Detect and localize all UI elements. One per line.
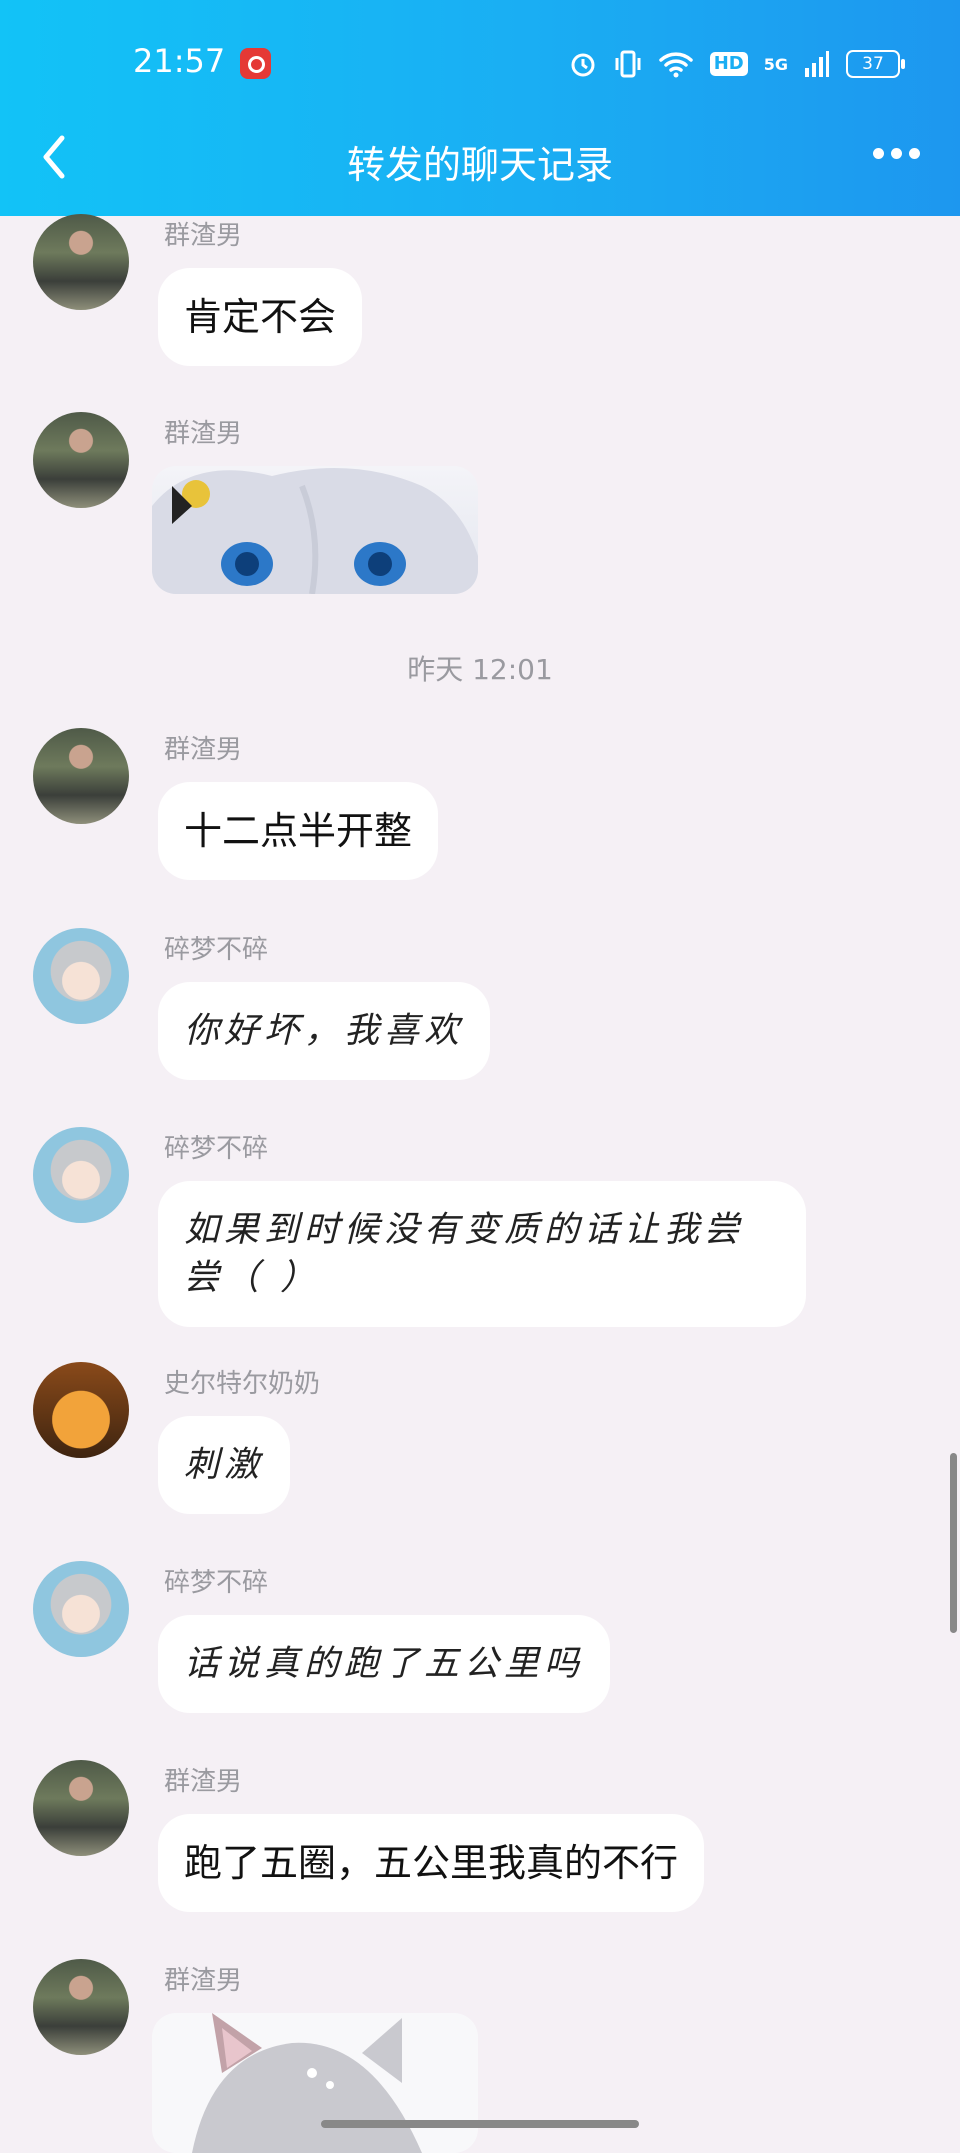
signal-icon [805,51,829,77]
avatar[interactable] [33,928,129,1024]
scrollbar[interactable] [950,1453,957,1633]
top-bar: 21:57 HD 5G 37 转发的聊天记录 [0,0,960,216]
vibrate-icon [615,50,641,78]
more-dots-icon[interactable] [873,148,920,159]
anime-girl-sticker[interactable] [152,466,478,594]
avatar[interactable] [33,1362,129,1458]
sender-name: 群渣男 [164,1966,243,1996]
alarm-icon [571,53,595,77]
sender-name: 群渣男 [164,735,243,765]
message-bubble[interactable]: 跑了五圈，五公里我真的不行 [158,1814,705,1912]
sender-name: 群渣男 [164,221,243,251]
cat-girl-sticker[interactable] [152,2013,478,2153]
status-icons: HD 5G 37 [568,46,905,82]
sender-name: 碎梦不碎 [164,1134,269,1164]
hd-badge: HD [709,52,748,76]
more-dot [909,148,920,159]
page-title: 转发的聊天记录 [346,143,613,187]
more-dot [891,148,902,159]
avatar[interactable] [33,412,129,508]
message-bubble[interactable]: 你好坏，我喜欢 [158,982,491,1080]
message-bubble[interactable]: 话说真的跑了五公里吗 [158,1615,611,1713]
sender-name: 碎梦不碎 [164,935,269,965]
message-bubble[interactable]: 十二点半开整 [158,782,439,880]
wifi-icon [658,52,693,78]
home-indicator[interactable] [321,2120,639,2128]
battery-indicator: 37 [846,50,905,78]
avatar[interactable] [33,214,129,310]
sender-name: 群渣男 [164,419,243,449]
avatar[interactable] [33,1959,129,2055]
more-dot [873,148,884,159]
timestamp: 昨天 12:01 [407,653,553,686]
status-time: 21:57 [133,42,226,80]
message-bubble[interactable]: 如果到时候没有变质的话让我尝尝（ ） [158,1181,806,1327]
avatar[interactable] [33,1760,129,1856]
message-bubble[interactable]: 肯定不会 [158,268,363,366]
network-type: 5G [763,54,788,74]
avatar[interactable] [33,1561,129,1657]
netease-music-icon [240,48,271,79]
message-bubble[interactable]: 刺激 [158,1416,291,1514]
sender-name: 碎梦不碎 [164,1568,269,1598]
avatar[interactable] [33,728,129,824]
sender-name: 史尔特尔奶奶 [164,1369,321,1399]
avatar[interactable] [33,1127,129,1223]
sender-name: 群渣男 [164,1767,243,1797]
